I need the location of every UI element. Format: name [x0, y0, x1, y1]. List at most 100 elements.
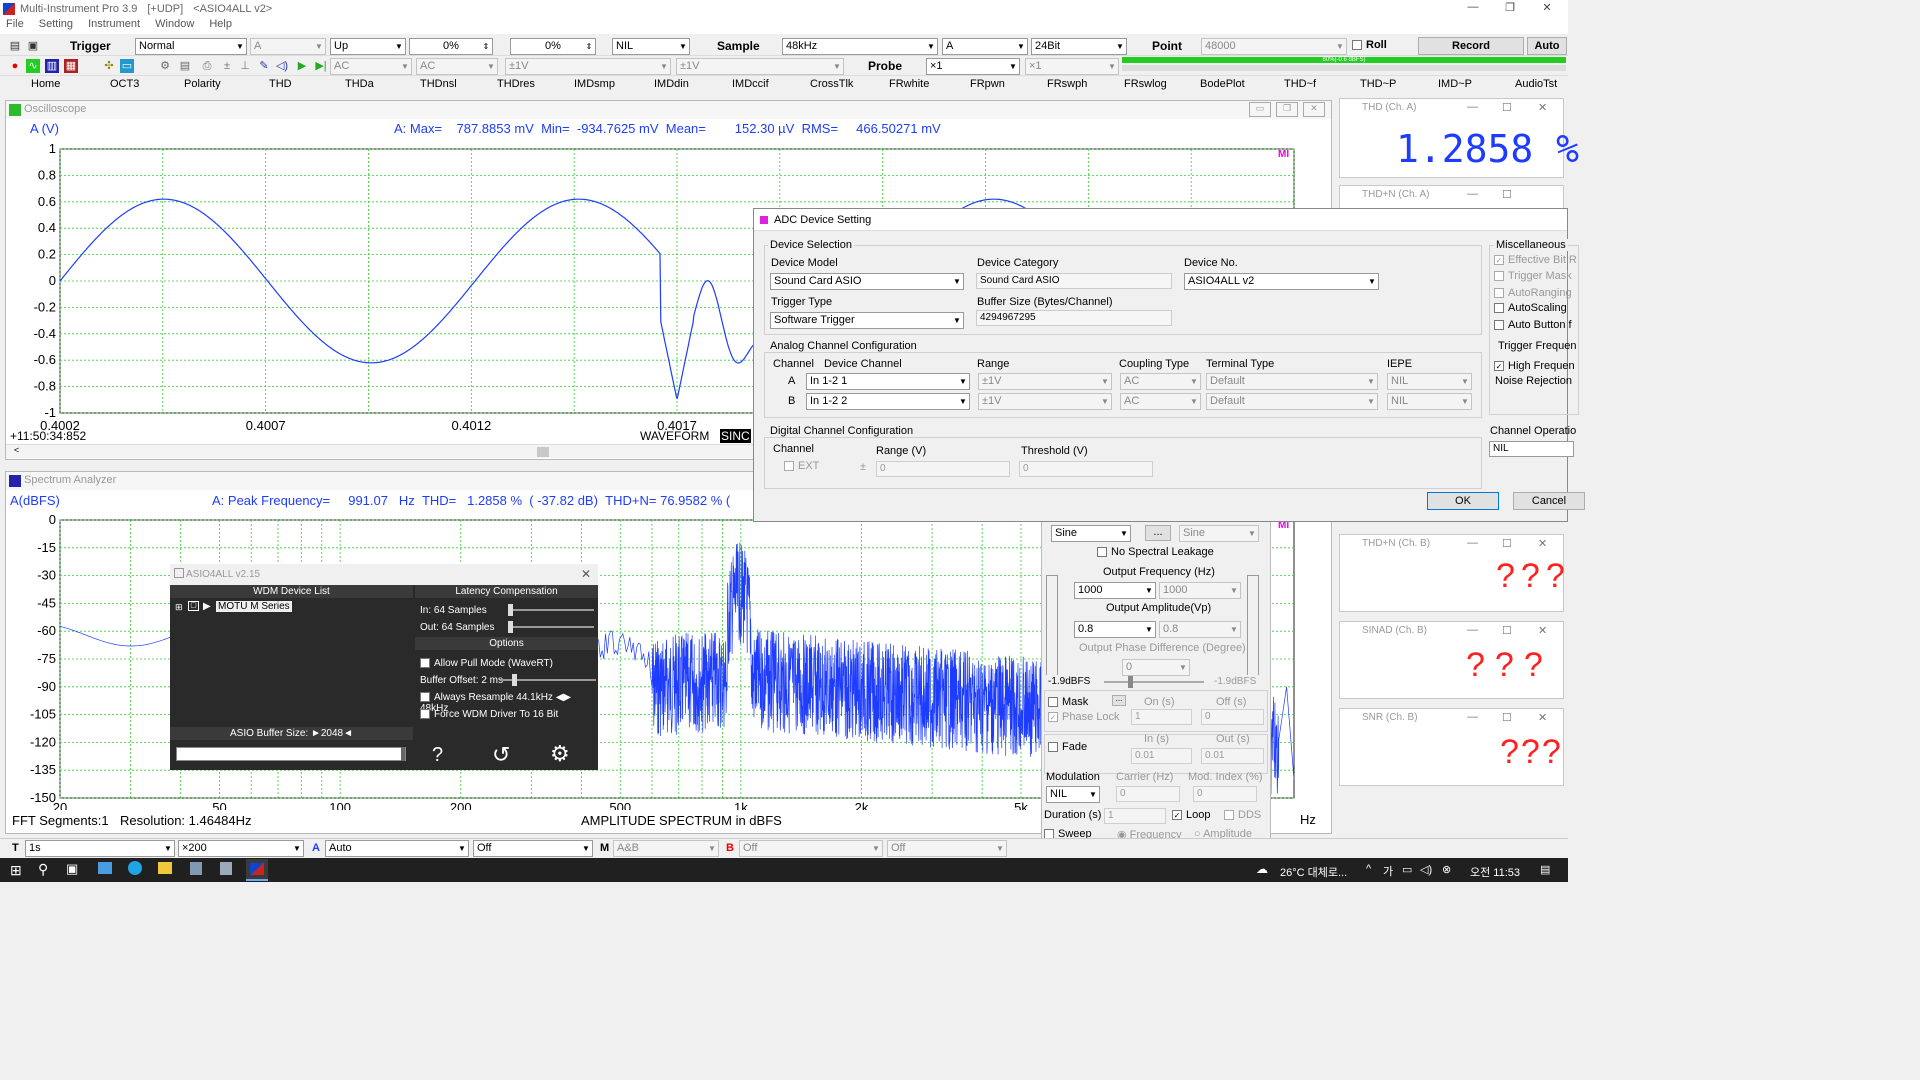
meter-minimize-icon[interactable]: — — [1467, 188, 1478, 200]
auto-button-checkbox[interactable]: Auto Button f — [1494, 319, 1572, 331]
row-b-coupling-select[interactable]: AC ▼ — [1120, 393, 1201, 410]
meter-maximize-icon[interactable]: ☐ — [1502, 188, 1512, 201]
no-spectral-leakage-checkbox[interactable]: No Spectral Leakage — [1097, 546, 1214, 558]
output-amplitude-b-select[interactable]: 0.8 ▼ — [1159, 621, 1241, 638]
tab-crosstlk[interactable]: CrossTlk — [810, 78, 853, 90]
coupling-a-select[interactable]: AC ▼ — [330, 58, 412, 75]
meter-maximize-icon[interactable]: ☐ — [1502, 101, 1512, 114]
device-model-select[interactable]: Sound Card ASIO ▼ — [770, 273, 964, 290]
meter-close-icon[interactable]: ✕ — [1538, 624, 1547, 637]
osc-sinc-badge[interactable]: SINC — [720, 429, 751, 443]
step-icon[interactable]: ▶| — [314, 59, 328, 73]
fade-out-field[interactable]: 0.01 — [1201, 748, 1264, 764]
pull-mode-checkbox[interactable]: Allow Pull Mode (WaveRT) — [420, 658, 553, 669]
spectrum-icon[interactable]: ▥ — [45, 59, 59, 73]
autoscaling-checkbox[interactable]: AutoScaling — [1494, 302, 1567, 314]
row-a-terminal-select[interactable]: Default ▼ — [1206, 373, 1378, 390]
search-icon[interactable]: ⚲ — [38, 861, 48, 878]
tab-thd-f[interactable]: THD~f — [1284, 78, 1316, 90]
pretrigger-spinner[interactable]: 0% ⇕ — [409, 38, 493, 55]
spectrogram-icon[interactable]: ▦ — [64, 59, 78, 73]
asio-buffer-thumb[interactable] — [401, 747, 405, 761]
trigger-level-spinner[interactable]: 0% ⇕ — [510, 38, 596, 55]
tab-thdnsl[interactable]: THDnsl — [420, 78, 457, 90]
multimeter-icon[interactable]: ▭ — [120, 59, 134, 73]
meter-minimize-icon[interactable]: — — [1467, 711, 1478, 723]
mask-more-button[interactable]: ... — [1112, 695, 1126, 706]
tab-thd-p[interactable]: THD~P — [1360, 78, 1396, 90]
menu-help[interactable]: Help — [209, 18, 232, 30]
osc-minimize-icon[interactable]: ▭ — [1249, 102, 1271, 117]
row-a-coupling-select[interactable]: AC ▼ — [1120, 373, 1201, 390]
roll-checkbox[interactable]: Roll — [1352, 39, 1387, 51]
record-dot-icon[interactable]: ● — [8, 59, 22, 73]
output-amplitude-a-select[interactable]: 0.8 ▼ — [1074, 621, 1156, 638]
meter-maximize-icon[interactable]: ☐ — [1502, 711, 1512, 724]
tab-home[interactable]: Home — [31, 78, 60, 90]
open-icon[interactable]: ▤ — [8, 39, 22, 53]
row-b-iepe-select[interactable]: NIL ▼ — [1387, 393, 1472, 410]
threshold-field[interactable]: 0 — [1019, 461, 1153, 477]
minimize-icon[interactable]: — — [1458, 1, 1488, 17]
latency-out-slider[interactable] — [508, 626, 594, 628]
channel-b-range-select[interactable]: Off ▼ — [739, 840, 883, 857]
output-frequency-b-select[interactable]: 1000 ▼ — [1159, 582, 1241, 599]
app-icon-1[interactable] — [190, 862, 202, 875]
waveform-b-select[interactable]: Sine ▼ — [1179, 525, 1259, 542]
motu-device-item[interactable]: MOTU M Series — [216, 601, 292, 612]
tab-imd-p[interactable]: IMD~P — [1438, 78, 1472, 90]
modulation-select[interactable]: NIL ▼ — [1046, 786, 1100, 803]
save-icon[interactable]: ▣ — [26, 39, 40, 53]
osc-restore-icon[interactable]: ❐ — [1276, 102, 1298, 117]
row-a-iepe-select[interactable]: NIL ▼ — [1387, 373, 1472, 390]
channel-a-range-select[interactable]: Auto ▼ — [325, 840, 469, 857]
bit-depth-select[interactable]: 24Bit ▼ — [1031, 38, 1127, 55]
tool-icon[interactable]: ✎ — [257, 59, 271, 73]
generator-icon[interactable]: ✣ — [102, 59, 116, 73]
device-play-icon[interactable]: ▶ — [203, 601, 211, 612]
speaker-icon[interactable]: ◁) — [275, 59, 289, 73]
output-frequency-a-select[interactable]: 1000 ▼ — [1074, 582, 1156, 599]
probe-a-select[interactable]: ×1 ▼ — [926, 58, 1020, 75]
meter-minimize-icon[interactable]: — — [1467, 537, 1478, 549]
fade-checkbox[interactable]: Fade — [1048, 741, 1087, 753]
meter-close-icon[interactable]: ✕ — [1538, 711, 1547, 724]
row-b-device-channel-select[interactable]: In 1-2 2 ▼ — [806, 393, 970, 410]
math-select[interactable]: A&B ▼ — [613, 840, 719, 857]
printer-icon[interactable]: ⎙ — [200, 59, 214, 73]
osc-scroll-left-icon[interactable]: < — [14, 445, 19, 455]
tab-imddin[interactable]: IMDdin — [654, 78, 689, 90]
tab-imdsmp[interactable]: IMDsmp — [574, 78, 615, 90]
trigger-type-select[interactable]: Software Trigger ▼ — [770, 312, 964, 329]
meter-minimize-icon[interactable]: — — [1467, 624, 1478, 636]
tray-chevron-icon[interactable]: ^ — [1366, 863, 1371, 875]
oscilloscope-icon[interactable]: ∿ — [26, 59, 40, 73]
zoom-select[interactable]: ×200 ▼ — [178, 840, 304, 857]
range-a-select[interactable]: ±1V ▼ — [505, 58, 671, 75]
marker-icon[interactable]: ⊥ — [238, 59, 252, 73]
tab-imdccif[interactable]: IMDccif — [732, 78, 769, 90]
play-icon[interactable]: ▶ — [295, 59, 309, 73]
effective-bit-checkbox[interactable]: ✓ Effective Bit R — [1494, 254, 1577, 266]
settings-gear-icon[interactable]: ⚙ — [550, 741, 570, 767]
start-icon[interactable]: ⊞ — [10, 862, 22, 879]
latency-in-thumb[interactable] — [508, 604, 513, 616]
meter-close-icon[interactable]: ✕ — [1538, 101, 1547, 114]
multi-instrument-taskbar-button[interactable] — [246, 859, 268, 881]
ime-icon[interactable]: 가 — [1383, 863, 1393, 879]
waveform-a-select[interactable]: Sine ▼ — [1051, 525, 1131, 542]
meter-maximize-icon[interactable]: ☐ — [1502, 624, 1512, 637]
meter-minimize-icon[interactable]: — — [1467, 101, 1478, 113]
record-button[interactable]: Record — [1418, 37, 1524, 55]
row-a-device-channel-select[interactable]: In 1-2 1 ▼ — [806, 373, 970, 390]
autoranging-checkbox[interactable]: AutoRanging — [1494, 287, 1572, 299]
waveform-more-button[interactable]: ... — [1145, 525, 1171, 541]
cancel-button[interactable]: Cancel — [1513, 492, 1585, 510]
tab-audiotst[interactable]: AudioTst — [1515, 78, 1557, 90]
store-icon[interactable] — [98, 862, 112, 874]
reset-icon[interactable]: ↺ — [492, 742, 510, 768]
osc-scroll-thumb[interactable] — [537, 447, 549, 457]
meter-maximize-icon[interactable]: ☐ — [1502, 537, 1512, 550]
buffer-size-field[interactable]: 4294967295 — [976, 310, 1172, 326]
latency-in-slider[interactable] — [508, 609, 594, 611]
